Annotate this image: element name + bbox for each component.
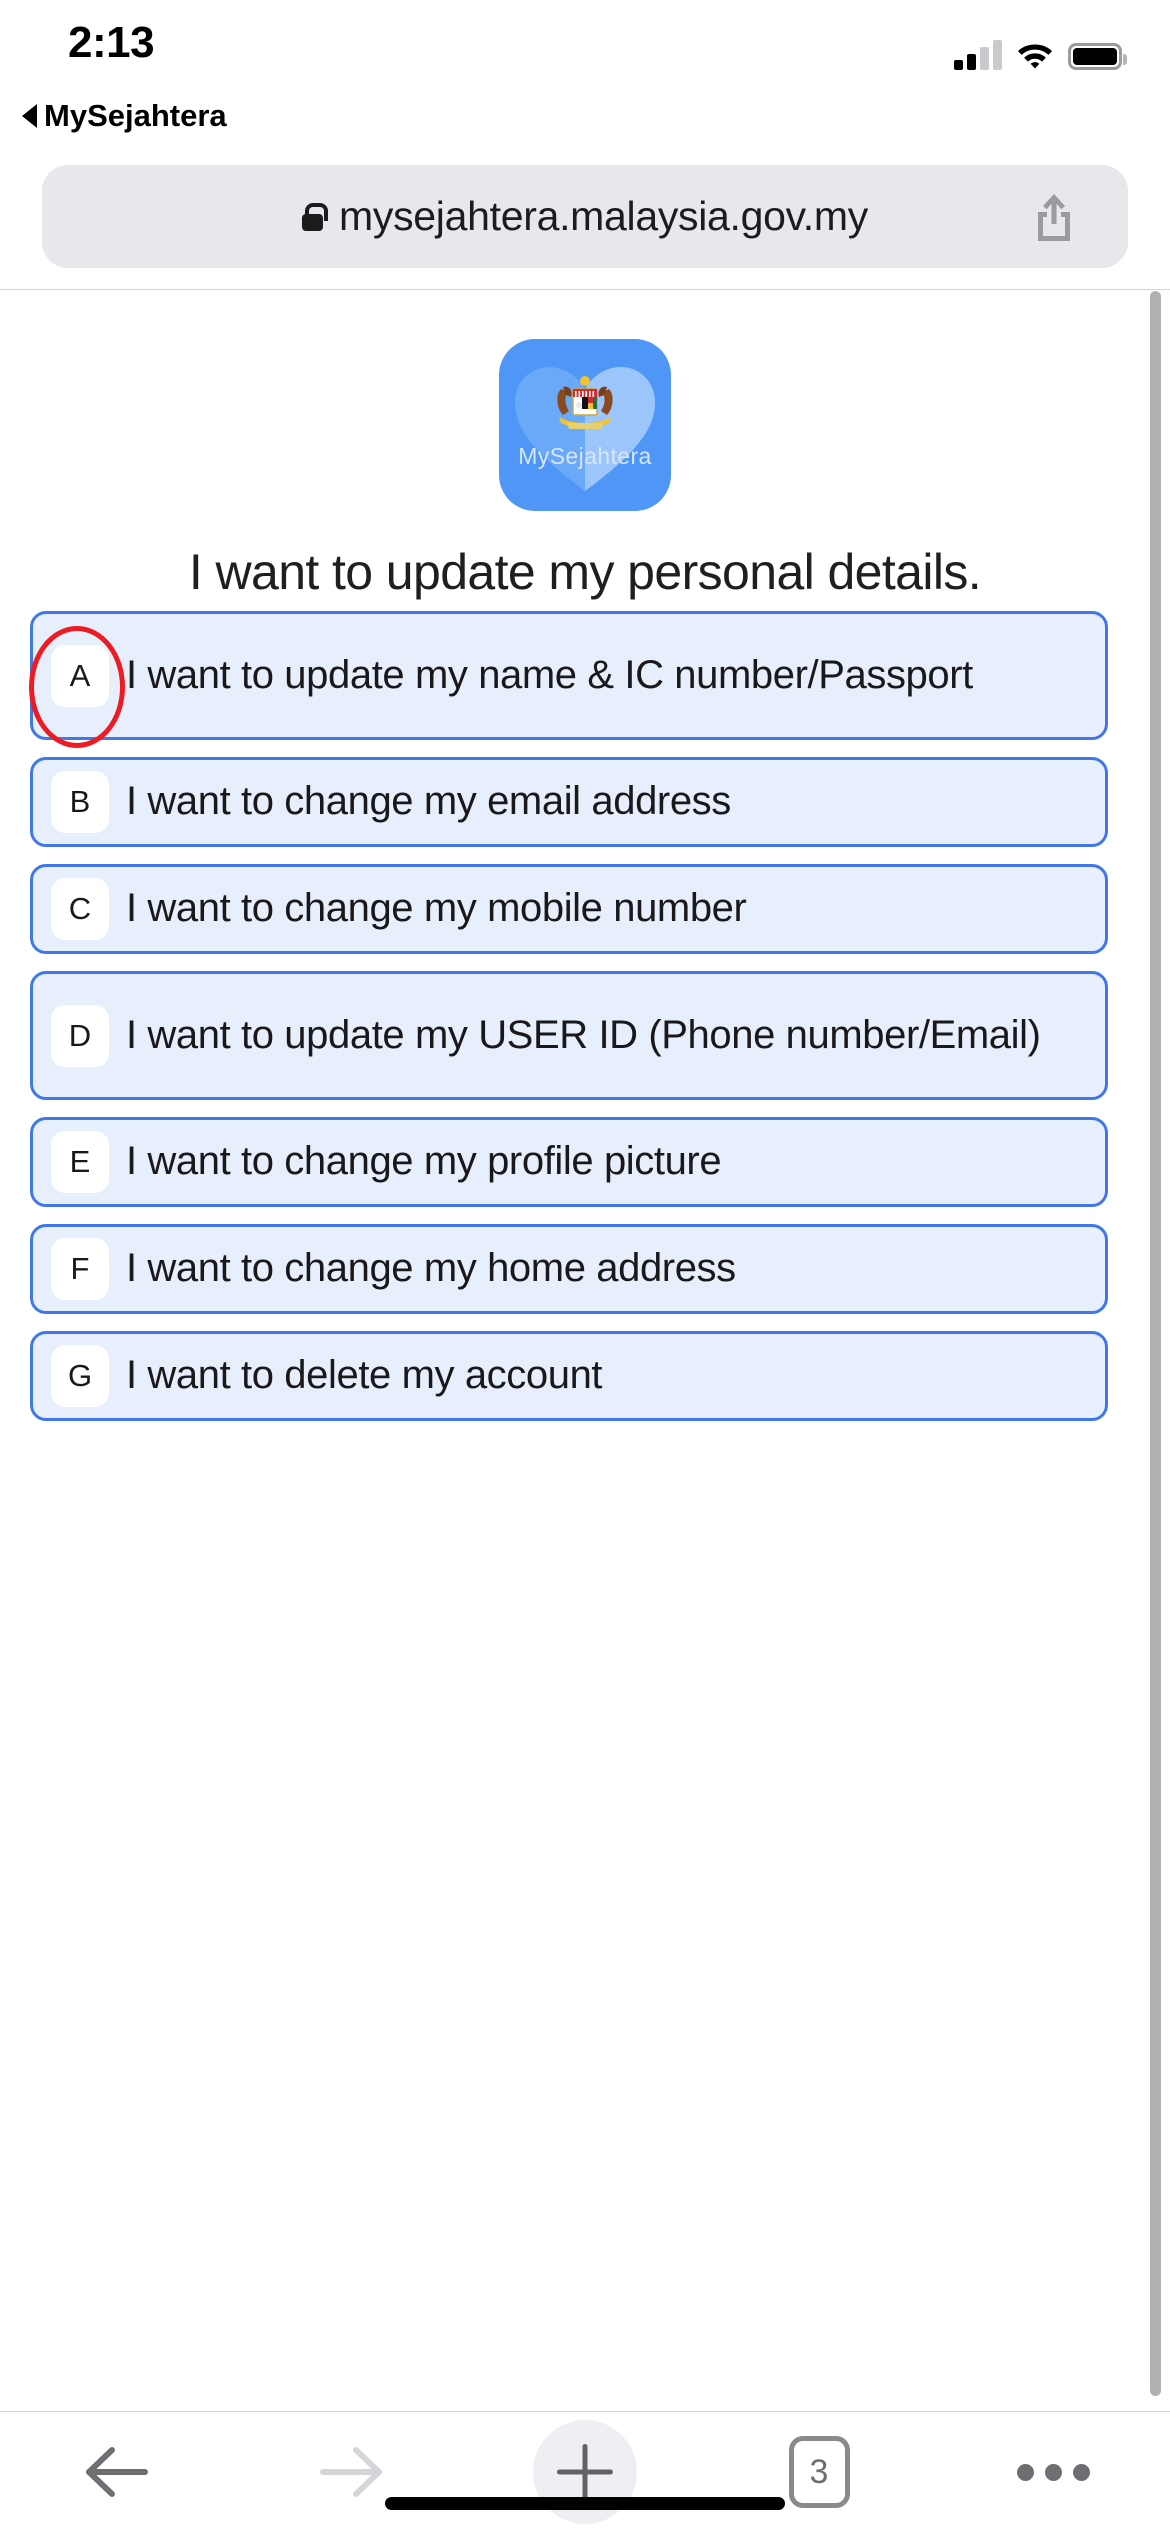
back-triangle-icon (22, 104, 37, 128)
status-bar-time: 2:13 (68, 18, 155, 67)
back-to-app-link[interactable]: MySejahtera (22, 98, 227, 134)
back-arrow-icon (86, 2447, 148, 2497)
back-to-app-label: MySejahtera (44, 98, 227, 133)
more-options-button[interactable] (936, 2412, 1170, 2532)
tabs-button[interactable]: 3 (702, 2412, 936, 2532)
phone-screen: 2:13 MySejahtera mysejahtera.malaysia.go… (0, 0, 1170, 2532)
home-indicator[interactable] (385, 2497, 785, 2510)
options-list: A I want to update my name & IC number/P… (29, 611, 1110, 1438)
browser-address-bar-container: mysejahtera.malaysia.gov.my (0, 155, 1170, 290)
option-item-a[interactable]: A I want to update my name & IC number/P… (29, 611, 1108, 748)
more-dots-icon (1016, 2463, 1090, 2481)
option-letter-badge-e: E (51, 1131, 109, 1193)
mysejahtera-logo: MySejahtera (499, 339, 671, 511)
malaysia-coat-of-arms-icon (557, 376, 613, 429)
address-bar[interactable]: mysejahtera.malaysia.gov.my (42, 165, 1128, 268)
address-bar-content: mysejahtera.malaysia.gov.my (302, 193, 868, 240)
tab-count-label: 3 (809, 2452, 829, 2491)
option-item-d[interactable]: D I want to update my USER ID (Phone num… (30, 971, 1108, 1100)
option-label-e: I want to change my profile picture (126, 1139, 722, 1184)
option-letter-badge-f: F (51, 1238, 109, 1300)
option-item-g[interactable]: G I want to delete my account (30, 1331, 1108, 1421)
logo-brand-text: MySejahtera (518, 443, 652, 469)
wifi-icon (1016, 40, 1054, 70)
tab-count-badge: 3 (788, 2436, 850, 2508)
web-page-content: MySejahtera I want to update my personal… (0, 291, 1170, 2411)
page-title: I want to update my personal details. (188, 544, 982, 600)
option-label-a: I want to update my name & IC number/Pas… (126, 652, 973, 697)
option-letter-badge-d: D (51, 1004, 109, 1067)
option-label-c: I want to change my mobile number (126, 886, 747, 931)
forward-button[interactable] (234, 2412, 468, 2532)
option-letter-badge-a: A (51, 644, 109, 707)
option-letter-badge-g: G (51, 1345, 109, 1407)
option-item-f[interactable]: F I want to change my home address (30, 1224, 1108, 1314)
battery-icon (1068, 43, 1127, 70)
browser-bottom-toolbar: 3 (0, 2411, 1170, 2532)
option-item-c[interactable]: C I want to change my mobile number (30, 864, 1108, 954)
option-label-f: I want to change my home address (126, 1246, 736, 1291)
vertical-scrollbar[interactable] (1150, 291, 1161, 2396)
new-tab-button[interactable] (468, 2412, 702, 2532)
back-button[interactable] (0, 2412, 234, 2532)
forward-arrow-icon (320, 2447, 382, 2497)
option-item-b[interactable]: B I want to change my email address (30, 757, 1108, 847)
status-bar-indicators (954, 30, 1127, 70)
option-item-e[interactable]: E I want to change my profile picture (30, 1117, 1108, 1207)
option-label-g: I want to delete my account (126, 1353, 603, 1398)
cellular-signal-icon (954, 40, 1002, 70)
option-label-d: I want to update my USER ID (Phone numbe… (126, 1012, 1041, 1057)
option-letter-badge-b: B (51, 771, 109, 833)
status-bar: 2:13 (0, 0, 1170, 96)
url-text: mysejahtera.malaysia.gov.my (339, 193, 868, 239)
plus-icon (557, 2444, 613, 2500)
option-letter-badge-c: C (51, 878, 109, 940)
option-label-b: I want to change my email address (126, 779, 731, 824)
lock-icon (302, 202, 329, 231)
